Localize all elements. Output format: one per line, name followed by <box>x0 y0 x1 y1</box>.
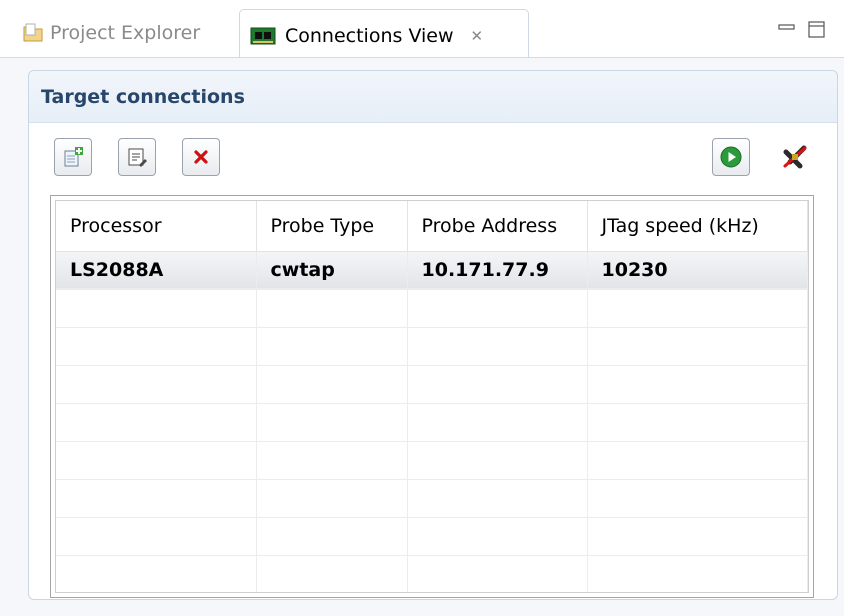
cell-processor <box>56 479 257 518</box>
table-row[interactable] <box>56 365 808 404</box>
cell-processor: LS2088A <box>56 251 257 290</box>
table-row[interactable] <box>56 517 808 556</box>
cell-jtag-speed <box>587 365 808 404</box>
column-header-probe-type[interactable]: Probe Type <box>256 201 408 252</box>
tab-connections-view-label: Connections View <box>285 24 454 47</box>
cell-probe-type <box>256 327 408 366</box>
close-tab-icon[interactable]: ✕ <box>471 27 484 45</box>
column-header-processor[interactable]: Processor <box>56 201 257 252</box>
tab-connections-view[interactable]: Connections View ✕ <box>239 9 529 61</box>
cell-processor <box>56 289 257 328</box>
cell-probe-type <box>256 441 408 480</box>
minimize-icon[interactable] <box>776 18 798 40</box>
delete-connection-button[interactable] <box>182 138 220 176</box>
cell-jtag-speed <box>587 517 808 556</box>
table-row[interactable] <box>56 327 808 366</box>
project-explorer-icon <box>23 23 43 42</box>
cell-probe-address <box>407 517 588 556</box>
edit-connection-icon <box>128 148 147 167</box>
maximize-icon[interactable] <box>806 18 828 40</box>
table-row[interactable] <box>56 441 808 480</box>
table-row[interactable] <box>56 479 808 518</box>
edit-connection-button[interactable] <box>118 138 156 176</box>
table-row[interactable] <box>56 555 808 592</box>
cell-probe-type <box>256 555 408 592</box>
cell-probe-type <box>256 517 408 556</box>
cell-probe-type <box>256 403 408 442</box>
column-header-probe-address[interactable]: Probe Address <box>407 201 588 252</box>
cell-probe-address <box>407 479 588 518</box>
cell-jtag-speed <box>587 479 808 518</box>
tab-project-explorer-label: Project Explorer <box>50 22 201 44</box>
connections-table: Processor Probe Type Probe Address JTag … <box>56 201 808 592</box>
cell-probe-address <box>407 365 588 404</box>
cell-probe-type <box>256 289 408 328</box>
cell-probe-type: cwtap <box>256 251 408 290</box>
cell-probe-address: 10.171.77.9 <box>407 251 588 290</box>
cell-processor <box>56 441 257 480</box>
connections-view-icon <box>250 27 276 44</box>
table-row[interactable] <box>56 289 808 328</box>
cell-jtag-speed <box>587 555 808 592</box>
cell-probe-address <box>407 289 588 328</box>
view-tab-bar: Project Explorer Connections View ✕ <box>0 0 844 61</box>
cell-processor <box>56 555 257 592</box>
cell-processor <box>56 327 257 366</box>
cell-probe-address <box>407 441 588 480</box>
column-header-jtag-speed[interactable]: JTag speed (kHz) <box>587 201 808 252</box>
cell-jtag-speed <box>587 289 808 328</box>
table-header-row: Processor Probe Type Probe Address JTag … <box>56 201 808 252</box>
disconnect-button[interactable] <box>778 140 812 174</box>
connect-button[interactable] <box>712 138 750 176</box>
cell-jtag-speed <box>587 327 808 366</box>
disconnect-icon <box>783 145 807 169</box>
cell-jtag-speed <box>587 441 808 480</box>
section-title: Target connections <box>29 71 837 123</box>
add-connection-button[interactable] <box>54 138 92 176</box>
connect-icon <box>720 146 742 168</box>
tab-project-explorer[interactable]: Project Explorer <box>22 12 200 54</box>
cell-probe-address <box>407 403 588 442</box>
table-row[interactable] <box>56 403 808 442</box>
cell-processor <box>56 403 257 442</box>
cell-probe-address <box>407 327 588 366</box>
cell-jtag-speed <box>587 403 808 442</box>
cell-probe-address <box>407 555 588 592</box>
cell-probe-type <box>256 365 408 404</box>
cell-probe-type <box>256 479 408 518</box>
cell-processor <box>56 365 257 404</box>
cell-jtag-speed: 10230 <box>587 251 808 290</box>
connections-table-viewport[interactable]: Processor Probe Type Probe Address JTag … <box>55 200 809 593</box>
delete-connection-icon <box>194 150 208 164</box>
add-connection-icon <box>64 147 83 167</box>
connections-table-frame: Processor Probe Type Probe Address JTag … <box>50 195 814 598</box>
cell-processor <box>56 517 257 556</box>
table-row[interactable]: LS2088A cwtap 10.171.77.9 10230 <box>56 251 808 290</box>
